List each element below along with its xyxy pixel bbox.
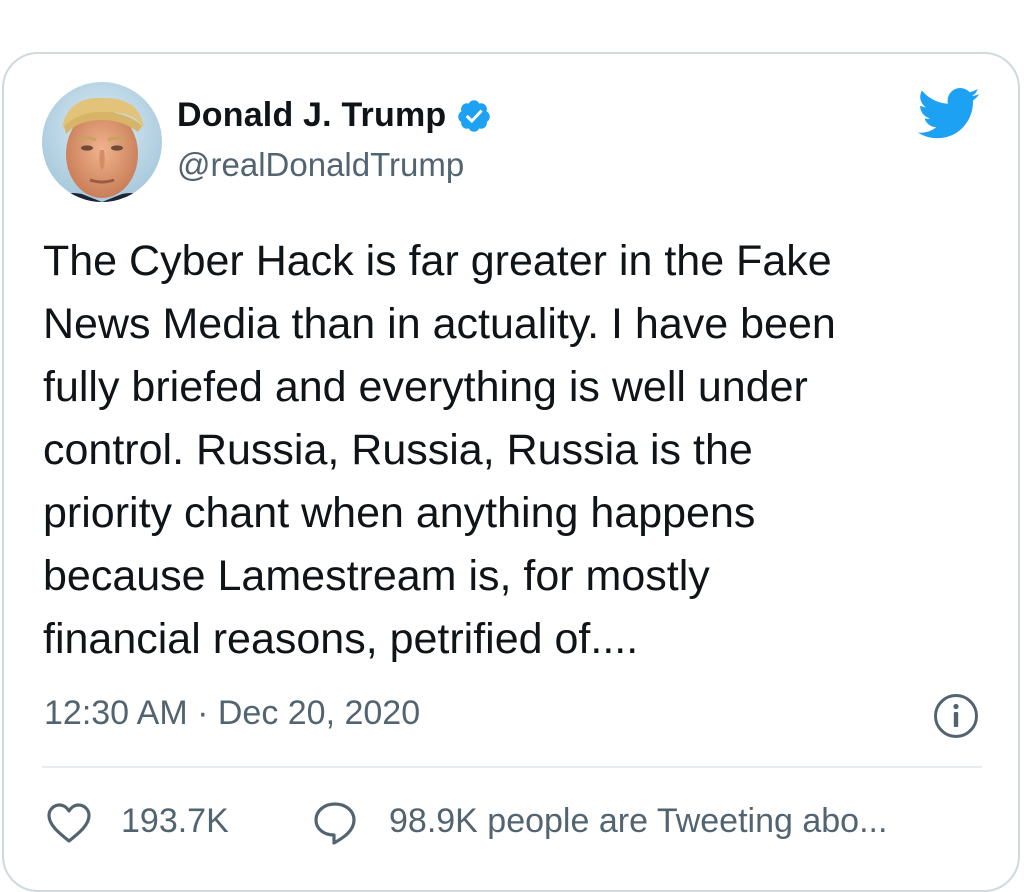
speech-bubble-icon[interactable] [312,800,358,846]
tweet-text-line: priority chant when anything happens [43,489,756,537]
tweet-text-line: because Lamestream is, for mostly [43,552,710,600]
tweet-timestamp[interactable]: 12:30 AM · Dec 20, 2020 [44,694,420,733]
verified-badge-icon [458,99,491,132]
info-icon[interactable] [933,693,979,739]
tweet-text-line: The Cyber Hack is far greater in the Fak… [43,237,832,285]
author-handle[interactable]: @realDonaldTrump [177,146,464,184]
twitter-bird-icon[interactable] [917,88,981,140]
heart-icon[interactable] [46,802,92,844]
avatar[interactable] [42,82,162,202]
divider [42,766,982,768]
avatar-portrait [42,82,162,202]
like-count[interactable]: 193.7K [121,802,229,841]
tweet-text-line: financial reasons, petrified of.... [43,615,639,663]
tweet-text-line: News Media than in actuality. I have bee… [43,300,836,348]
tweet-text: The Cyber Hack is far greater in the Fak… [43,230,993,671]
tweet-text-line: fully briefed and everything is well und… [43,363,808,411]
author-display-name[interactable]: Donald J. Trump [177,96,446,135]
author-row: Donald J. Trump [177,96,492,135]
tweeting-about-link[interactable]: 98.9K people are Tweeting abo... [389,802,887,841]
tweet-text-line: control. Russia, Russia, Russia is the [43,426,753,474]
